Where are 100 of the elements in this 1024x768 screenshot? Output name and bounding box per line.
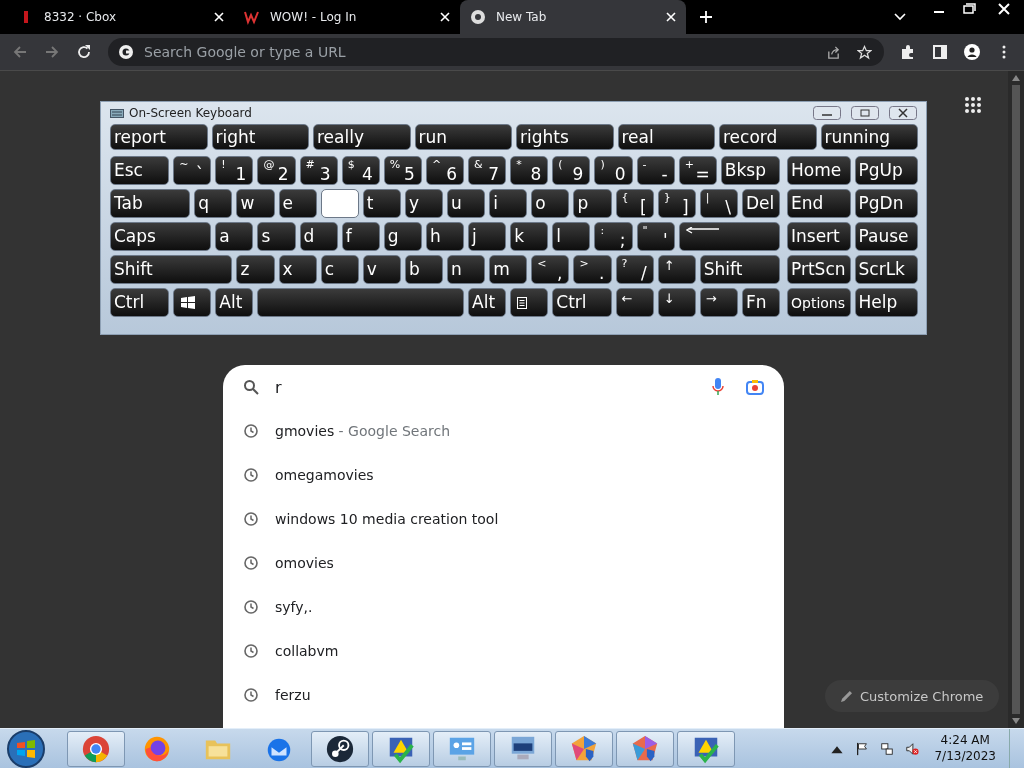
keyboard-key[interactable]: End: [787, 189, 851, 218]
camera-icon[interactable]: [746, 379, 764, 395]
keyboard-key[interactable]: x: [278, 255, 317, 284]
customize-button[interactable]: Customize Chrome: [825, 680, 1000, 712]
puzzle-icon[interactable]: [900, 44, 916, 60]
keyboard-key[interactable]: m: [489, 255, 528, 284]
star-icon[interactable]: [857, 44, 872, 60]
suggestion-item[interactable]: omovies: [223, 541, 784, 585]
keyboard-key[interactable]: .: [599, 262, 605, 283]
keyboard-key[interactable]: 7: [488, 163, 500, 184]
keyboard-key[interactable]: b: [404, 255, 443, 284]
keyboard-key[interactable]: s: [257, 222, 296, 251]
keyboard-key[interactable]: h: [425, 222, 465, 251]
muted-speaker-icon[interactable]: [905, 741, 920, 756]
keyboard-key[interactable]: Shift: [110, 255, 233, 284]
keyboard-key[interactable]: y: [404, 189, 443, 218]
keyboard-key[interactable]: Options: [787, 288, 851, 317]
keyboard-key[interactable]: p: [573, 189, 612, 218]
keyboard-key[interactable]: ←: [615, 288, 654, 317]
browser-tab[interactable]: WOW! - Log In: [234, 0, 460, 34]
taskbar-button[interactable]: [494, 730, 552, 767]
keyboard-key[interactable]: e: [278, 189, 317, 218]
suggestion-item[interactable]: ferzu: [223, 673, 784, 717]
keyboard-key[interactable]: [: [640, 196, 647, 217]
prediction-key[interactable]: record: [719, 124, 817, 150]
keyboard-key[interactable]: ↓: [657, 288, 696, 317]
keyboard-key[interactable]: q: [194, 189, 233, 218]
keyboard-key[interactable]: Pause: [854, 222, 918, 251]
keyboard-key[interactable]: ]: [682, 196, 689, 217]
start-button[interactable]: [6, 728, 46, 768]
prediction-key[interactable]: right: [211, 124, 309, 150]
suggestion-item[interactable]: syfy,.: [223, 585, 784, 629]
keyboard-key[interactable]: Home: [787, 156, 851, 185]
prediction-key[interactable]: really: [313, 124, 411, 150]
keyboard-key[interactable]: i: [489, 189, 528, 218]
suggestion-item[interactable]: collabvm: [223, 629, 784, 673]
suggestion-item[interactable]: omegamovies: [223, 453, 784, 497]
new-tab-icon[interactable]: [700, 11, 712, 23]
keyboard-key[interactable]: ': [663, 229, 668, 250]
keyboard-key[interactable]: \: [725, 196, 731, 217]
microphone-icon[interactable]: [712, 378, 724, 396]
keyboard-key[interactable]: 0: [614, 163, 626, 184]
keyboard-key[interactable]: 4: [362, 163, 373, 184]
keyboard-key[interactable]: Del: [741, 189, 780, 218]
keyboard-key[interactable]: Alt: [468, 288, 507, 317]
forward-icon[interactable]: [44, 44, 60, 60]
keyboard-key[interactable]: a: [215, 222, 254, 251]
share-icon[interactable]: [826, 44, 841, 60]
keyboard-key[interactable]: `: [195, 163, 205, 184]
flag-icon[interactable]: [855, 741, 870, 756]
keyboard-key[interactable]: o: [531, 189, 570, 218]
keyboard-key[interactable]: ↑: [657, 255, 696, 284]
taskbar-button[interactable]: [311, 730, 369, 767]
prediction-key[interactable]: rights: [516, 124, 614, 150]
prediction-key[interactable]: run: [414, 124, 512, 150]
clock-time[interactable]: 4:24 AM: [940, 732, 990, 749]
suggestion-item[interactable]: gmovies - Google Search: [223, 409, 784, 453]
chevron-down-icon[interactable]: [894, 13, 906, 21]
address-bar[interactable]: Search Google or type a URL: [108, 38, 884, 66]
keyboard-key[interactable]: l: [552, 222, 591, 251]
keyboard-key[interactable]: Caps: [110, 222, 212, 251]
scroll-down-icon[interactable]: [1012, 718, 1020, 724]
context-menu-icon[interactable]: [517, 296, 528, 309]
keyboard-key[interactable]: =: [695, 163, 710, 184]
keyboard-key[interactable]: PgDn: [854, 189, 918, 218]
profile-icon[interactable]: [964, 44, 980, 60]
clock-date[interactable]: 7/13/2023: [934, 748, 996, 765]
scroll-up-icon[interactable]: [1012, 75, 1020, 81]
keyboard-key[interactable]: j: [468, 222, 507, 251]
back-icon[interactable]: [12, 44, 28, 60]
keyboard-key[interactable]: /: [640, 262, 647, 283]
keyboard-key[interactable]: ,: [556, 262, 563, 283]
keyboard-key[interactable]: Help: [854, 288, 918, 317]
keyboard-key[interactable]: Insert: [787, 222, 851, 251]
keyboard-key[interactable]: f: [341, 222, 380, 251]
keyboard-key[interactable]: 2: [277, 163, 289, 184]
keyboard-key[interactable]: z: [236, 255, 275, 284]
keyboard-key[interactable]: w: [236, 189, 275, 218]
keyboard-key[interactable]: n: [447, 255, 486, 284]
side-panel-icon[interactable]: [932, 44, 948, 60]
keyboard-key[interactable]: k: [510, 222, 549, 251]
keyboard-key[interactable]: 3: [319, 163, 331, 184]
keyboard-key[interactable]: g: [383, 222, 422, 251]
keyboard-key[interactable]: 8: [530, 163, 542, 184]
apps-grid-icon[interactable]: [964, 96, 982, 114]
prediction-key[interactable]: report: [110, 124, 208, 150]
pressed-key[interactable]: [320, 189, 359, 218]
keyboard-key[interactable]: PrtScn: [787, 255, 851, 284]
keyboard-key[interactable]: Ctrl: [552, 288, 612, 317]
space-key[interactable]: [257, 288, 465, 317]
keyboard-key[interactable]: ;: [619, 229, 626, 250]
keyboard-key[interactable]: PgUp: [854, 156, 918, 185]
keyboard-key[interactable]: Shift: [699, 255, 780, 284]
close-icon[interactable]: [889, 106, 917, 120]
reload-icon[interactable]: [76, 44, 92, 60]
keyboard-key[interactable]: ScrLk: [854, 255, 918, 284]
network-icon[interactable]: [880, 741, 895, 756]
prediction-key[interactable]: real: [617, 124, 715, 150]
keyboard-key[interactable]: c: [320, 255, 359, 284]
keyboard-key[interactable]: Ctrl: [110, 288, 170, 317]
